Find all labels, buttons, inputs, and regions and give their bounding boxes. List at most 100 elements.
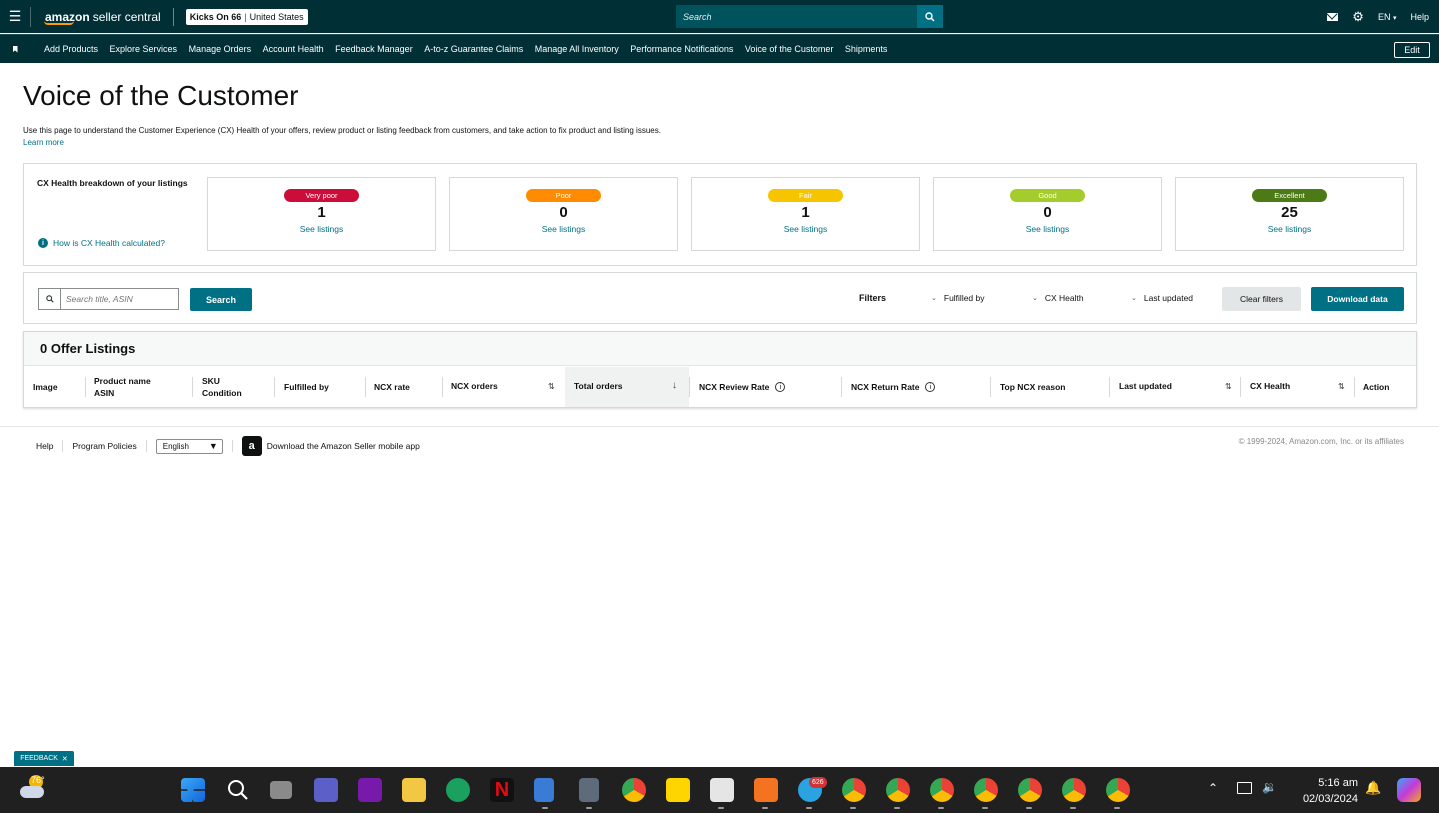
edit-nav-button[interactable]: Edit (1394, 42, 1430, 58)
clock-time: 5:16 am (1318, 777, 1358, 789)
running-indicator (762, 807, 768, 809)
chrome-profile-icon[interactable] (842, 778, 866, 802)
col-product-name-label: Product name (94, 376, 151, 386)
col-total-orders[interactable]: Total orders (574, 366, 623, 406)
global-search-input[interactable] (676, 5, 917, 28)
footer-help-link[interactable]: Help (36, 441, 53, 451)
caret-down-icon: ▾ (1392, 14, 1397, 22)
info-icon[interactable]: i (775, 382, 786, 392)
col-condition-label: Condition (202, 388, 242, 398)
mail-icon[interactable] (1327, 12, 1339, 21)
page-title: Voice of the Customer (23, 80, 299, 111)
nav-add-products[interactable]: Add Products (44, 44, 98, 54)
ringcentral-icon[interactable] (754, 778, 778, 802)
nav-explore-services[interactable]: Explore Services (110, 44, 178, 54)
chevron-up-icon[interactable]: ⌃ (1208, 781, 1218, 795)
network-icon[interactable] (1237, 782, 1252, 794)
teams-icon[interactable] (314, 778, 338, 802)
taskbar-clock[interactable]: 5:16 am 02/03/2024 (1290, 775, 1358, 807)
feedback-button[interactable]: FEEDBACK ✕ (14, 751, 74, 766)
running-indicator (894, 807, 900, 809)
notepad-icon[interactable] (534, 778, 554, 802)
copilot-icon[interactable] (1397, 778, 1421, 802)
onenote-icon[interactable] (358, 778, 382, 802)
col-ncx-orders[interactable]: NCX orders (451, 366, 498, 406)
col-ncx-rate[interactable]: NCX rate (374, 367, 410, 407)
netflix-icon[interactable]: N (490, 778, 514, 802)
close-icon[interactable]: ✕ (62, 755, 68, 763)
running-indicator (542, 807, 548, 809)
amazon-app-icon[interactable]: a (241, 436, 262, 456)
nav-shipments[interactable]: Shipments (845, 44, 888, 54)
nav-manage-orders[interactable]: Manage Orders (189, 44, 252, 54)
nav-account-health[interactable]: Account Health (263, 44, 324, 54)
learn-more-link[interactable]: Learn more (23, 138, 64, 147)
cx-count: 1 (317, 204, 326, 221)
menu-icon[interactable]: ☰ (0, 0, 30, 33)
nav-voice-of-customer[interactable]: Voice of the Customer (745, 44, 834, 54)
gear-icon[interactable]: ⚙ (1352, 10, 1364, 23)
language-selector[interactable]: EN ▾ (1378, 12, 1397, 22)
col-sku[interactable]: SKU Condition (202, 367, 242, 407)
store-switcher[interactable]: Kicks On 66 | United States (185, 8, 308, 25)
program-policies-link[interactable]: Program Policies (72, 441, 136, 451)
nav-performance-notifications[interactable]: Performance Notifications (630, 44, 733, 54)
sort-icon[interactable]: ⇅ (1338, 382, 1345, 391)
col-ncx-review-rate[interactable]: NCX Review Rate i (699, 367, 786, 407)
clear-filters-button[interactable]: Clear filters (1222, 287, 1301, 311)
info-icon[interactable]: i (925, 382, 936, 392)
chrome-icon[interactable] (622, 778, 646, 802)
see-listings-link[interactable]: See listings (450, 224, 677, 234)
search-button[interactable]: Search (190, 288, 252, 311)
chrome-profile-icon[interactable] (974, 778, 998, 802)
nav-feedback-manager[interactable]: Feedback Manager (335, 44, 413, 54)
see-listings-link[interactable]: See listings (1176, 224, 1403, 234)
listing-search-input[interactable] (61, 289, 178, 309)
windows-start-icon[interactable] (181, 778, 205, 802)
footer-separator (62, 440, 64, 452)
col-cx-health[interactable]: CX Health (1250, 366, 1290, 406)
bookmark-icon[interactable] (0, 45, 44, 53)
chrome-profile-icon[interactable] (930, 778, 954, 802)
see-listings-link[interactable]: See listings (934, 224, 1161, 234)
see-listings-link[interactable]: See listings (692, 224, 919, 234)
sort-descending-icon[interactable]: ↓ (672, 380, 677, 391)
chrome-profile-icon[interactable] (1062, 778, 1086, 802)
see-listings-link[interactable]: See listings (208, 224, 435, 234)
file-explorer-icon[interactable] (402, 778, 426, 802)
nav-a-to-z-claims[interactable]: A-to-z Guarantee Claims (424, 44, 523, 54)
task-view-icon[interactable] (270, 781, 292, 799)
download-app-link[interactable]: Download the Amazon Seller mobile app (267, 441, 420, 451)
chrome-profile-icon[interactable] (1106, 778, 1130, 802)
cx-health-filter[interactable]: ⌄ CX Health (1032, 293, 1084, 303)
help-link[interactable]: Help (1410, 12, 1429, 22)
notification-icon[interactable]: 🔔 (1365, 780, 1381, 796)
sticky-notes-icon[interactable] (666, 778, 690, 802)
footer-language-select[interactable]: English ▼ (155, 438, 223, 454)
nav-manage-inventory[interactable]: Manage All Inventory (535, 44, 619, 54)
volume-icon[interactable]: 🔉 (1262, 780, 1277, 794)
sort-icon[interactable]: ⇅ (1225, 382, 1232, 391)
download-data-button[interactable]: Download data (1311, 287, 1404, 311)
snipping-tool-icon[interactable] (710, 778, 734, 802)
last-updated-filter[interactable]: ⌄ Last updated (1131, 293, 1193, 303)
col-top-ncx-reason[interactable]: Top NCX reason (1000, 367, 1066, 407)
cx-count: 0 (559, 204, 568, 221)
chrome-profile-icon[interactable] (886, 778, 910, 802)
chrome-profile-icon[interactable] (1018, 778, 1042, 802)
search-icon[interactable] (226, 778, 250, 802)
col-fulfilled-by[interactable]: Fulfilled by (284, 367, 329, 407)
sort-icon[interactable]: ⇅ (548, 382, 555, 391)
fulfilled-by-filter[interactable]: ⌄ Fulfilled by (931, 293, 985, 303)
col-ncx-return-rate[interactable]: NCX Return Rate i (851, 367, 936, 407)
global-search-button[interactable] (917, 5, 943, 28)
chevron-down-icon: ⌄ (931, 295, 937, 302)
calculator-icon[interactable] (579, 778, 599, 802)
col-last-updated[interactable]: Last updated (1119, 366, 1172, 406)
running-indicator (806, 807, 812, 809)
col-product-name[interactable]: Product name ASIN (94, 367, 151, 407)
last-updated-label: Last updated (1143, 293, 1194, 303)
status-badge: Poor (526, 189, 601, 202)
edge-icon[interactable] (446, 778, 470, 802)
cx-health-how-link[interactable]: i How is CX Health calculated? (38, 238, 165, 248)
